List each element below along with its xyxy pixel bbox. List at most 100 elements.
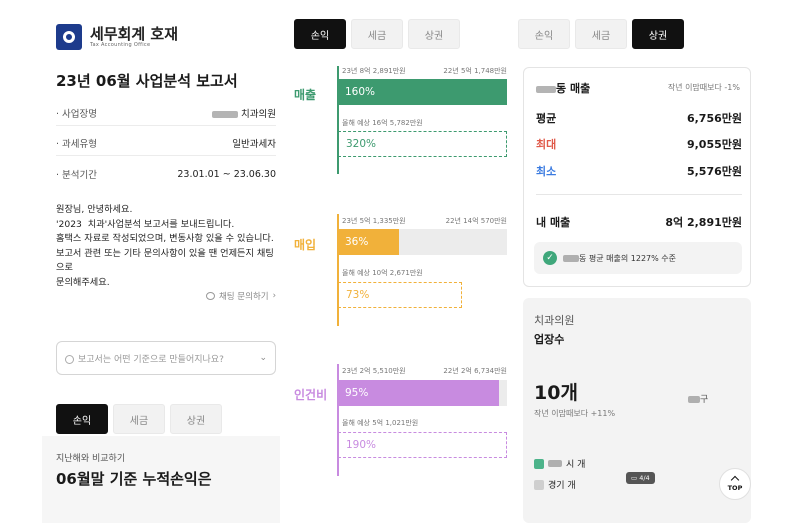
- cumulative-title: 06월말 기준 누적손익은: [56, 470, 212, 488]
- legend-swatch: [534, 479, 544, 490]
- comparison-banner: ✓ 동 평균 매출의 1227% 수준: [534, 242, 742, 274]
- sales-card-title: 동 매출: [536, 80, 590, 96]
- metric-caption-labor: 23년 2억 5,510만원 22년 2억 6,734만원: [342, 366, 507, 376]
- compare-label: 지난해와 비교하기: [56, 454, 126, 464]
- bar-track-labor: 95%: [338, 380, 507, 406]
- info-label: · 과세유형: [56, 138, 97, 150]
- bar-track-purchase: 36%: [338, 229, 507, 255]
- stat-label: 내 매출: [536, 216, 571, 229]
- stat-value: 8억 2,891만원: [665, 216, 742, 229]
- tab-profit[interactable]: 손익: [56, 404, 108, 434]
- business-count-title: 업장수: [534, 333, 565, 346]
- district-sales-card: 동 매출 작년 이맘때보다 -1% 평균 6,756만원 최대 9,055만원 …: [523, 67, 751, 287]
- business-yoy: 작년 이맘때보다 +11%: [534, 409, 616, 418]
- report-tabs: 손익 세금 상권: [56, 404, 222, 434]
- bar-fill-purchase: 36%: [338, 229, 399, 255]
- estimate-percent: 190%: [346, 439, 377, 451]
- prev-year-caption: 22년 2억 6,734만원: [443, 367, 507, 375]
- tab-profit[interactable]: 손익: [518, 19, 570, 49]
- stat-mine: 내 매출 8억 2,891만원: [536, 214, 742, 230]
- estimate-box-revenue: 320%: [338, 131, 507, 157]
- business-type: 치과의원: [534, 314, 575, 327]
- logo: 세무회계 호재 Tax Accounting Office: [56, 24, 178, 50]
- legend-swatch: [534, 458, 544, 469]
- commercial-panel: 손익 세금 상권 동 매출 작년 이맘때보다 -1% 평균 6,756만원 최대…: [518, 0, 791, 523]
- report-panel: 세무회계 호재 Tax Accounting Office 23년 06월 사업…: [0, 0, 280, 523]
- scroll-top-button[interactable]: TOP: [719, 468, 751, 500]
- tab-tax[interactable]: 세금: [575, 19, 627, 49]
- stat-value: 6,756만원: [686, 112, 742, 125]
- page-indicator: ▭ 4/4: [626, 472, 655, 484]
- metric-caption-revenue: 23년 8억 2,891만원 22년 5억 1,748만원: [342, 66, 507, 76]
- info-value: 23.01.01 ~ 23.06.30: [177, 168, 276, 180]
- profit-panel: 손익 세금 상권 매출 23년 8억 2,891만원 22년 5억 1,748만…: [282, 0, 516, 523]
- chevron-right-icon: ›: [272, 291, 276, 301]
- bar-percent: 36%: [345, 236, 369, 248]
- info-value: 일반과세자: [232, 138, 276, 150]
- comparison-text: 동 평균 매출의 1227% 수준: [563, 253, 676, 264]
- current-year-caption: 23년 8억 2,891만원: [342, 67, 406, 75]
- estimate-caption-revenue: 올해 예상 16억 5,782만원: [342, 119, 423, 127]
- info-icon: [65, 354, 74, 364]
- metric-label-revenue: 매출: [294, 88, 317, 102]
- sales-yoy: 작년 이맘때보다 -1%: [667, 83, 740, 92]
- commercial-tabs: 손익 세금 상권: [518, 19, 684, 49]
- logo-icon: [56, 24, 82, 50]
- stat-label: 최소: [536, 165, 557, 178]
- divider: [536, 194, 742, 195]
- info-label: · 사업장명: [56, 108, 97, 120]
- report-title: 23년 06월 사업분석 보고서: [56, 72, 238, 90]
- stat-avg: 평균 6,756만원: [536, 110, 742, 126]
- tab-commercial[interactable]: 상권: [170, 404, 222, 434]
- question-select[interactable]: 보고서는 어떤 기준으로 만들어지나요? ⌄: [56, 341, 276, 375]
- business-count: 10개: [534, 382, 578, 404]
- metric-label-labor: 인건비: [294, 388, 328, 402]
- metric-caption-purchase: 23년 5억 1,335만원 22년 14억 570만원: [342, 216, 507, 226]
- prev-year-caption: 22년 5억 1,748만원: [443, 67, 507, 75]
- tab-commercial[interactable]: 상권: [408, 19, 460, 49]
- stat-label: 평균: [536, 112, 557, 125]
- chat-inquiry-link[interactable]: 채팅 문의하기 ›: [205, 290, 276, 302]
- chat-bubble-icon: [205, 292, 215, 300]
- chevron-down-icon: ⌄: [259, 353, 267, 363]
- check-icon: ✓: [543, 251, 557, 265]
- current-year-caption: 23년 5억 1,335만원: [342, 217, 406, 225]
- bar-percent: 95%: [345, 387, 369, 399]
- legend-label: 경기 개: [548, 481, 576, 491]
- tab-tax[interactable]: 세금: [113, 404, 165, 434]
- prev-year-caption: 22년 14억 570만원: [445, 217, 507, 225]
- tab-profit[interactable]: 손익: [294, 19, 346, 49]
- stat-value: 5,576만원: [686, 165, 742, 178]
- profit-tabs: 손익 세금 상권: [294, 19, 460, 49]
- tab-commercial[interactable]: 상권: [632, 19, 684, 49]
- tab-tax[interactable]: 세금: [351, 19, 403, 49]
- district-label: 구: [688, 392, 708, 405]
- legend-province: 경기 개: [534, 478, 576, 491]
- bar-track-revenue: 160%: [338, 79, 507, 105]
- chevron-up-icon: [730, 475, 740, 484]
- legend-label: 시 개: [566, 460, 586, 470]
- info-row-period: · 분석기간 23.01.01 ~ 23.06.30: [56, 161, 276, 187]
- legend-city: 시 개: [534, 457, 585, 470]
- business-count-card: 치과의원 업장수 10개 작년 이맘때보다 +11% 구 시 개 경기 개 ▭ …: [523, 298, 751, 523]
- stat-label: 최대: [536, 138, 557, 151]
- info-row-business-name: · 사업장명 치과의원: [56, 100, 276, 126]
- chat-inquiry-label: 채팅 문의하기: [218, 292, 269, 302]
- bar-fill-labor: 95%: [338, 380, 499, 406]
- estimate-box-labor: 190%: [338, 432, 507, 458]
- estimate-caption-labor: 올해 예상 5억 1,021만원: [342, 419, 419, 427]
- info-row-tax-type: · 과세유형 일반과세자: [56, 130, 276, 156]
- info-label: · 분석기간: [56, 170, 97, 181]
- stat-min: 최소 5,576만원: [536, 163, 742, 179]
- question-placeholder: 보고서는 어떤 기준으로 만들어지나요?: [78, 354, 224, 365]
- stat-max: 최대 9,055만원: [536, 136, 742, 152]
- info-value: 치과의원: [212, 106, 276, 120]
- greeting-text: 원장님, 안녕하세요. '2023 ​ 치과'사업분석 보고서를 보내드립니다.…: [56, 204, 274, 288]
- stat-value: 9,055만원: [686, 138, 742, 151]
- top-label: TOP: [727, 483, 743, 492]
- estimate-percent: 320%: [346, 138, 377, 150]
- bar-fill-revenue: 160%: [338, 79, 507, 105]
- logo-name: 세무회계 호재: [90, 25, 179, 43]
- current-year-caption: 23년 2억 5,510만원: [342, 367, 406, 375]
- estimate-box-purchase: 73%: [338, 282, 462, 308]
